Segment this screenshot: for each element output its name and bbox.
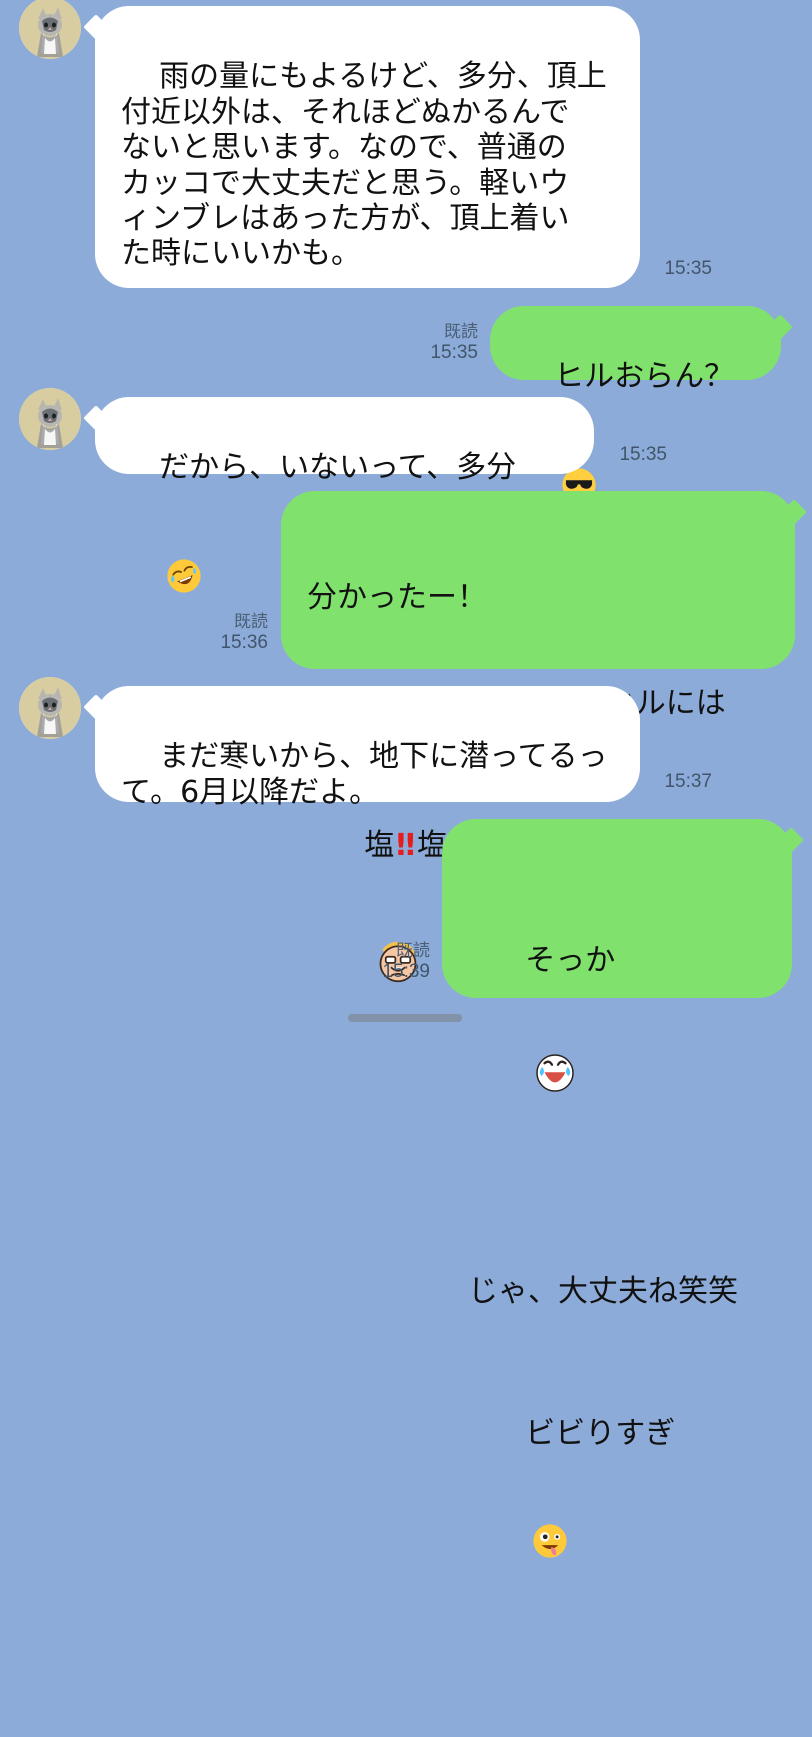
incoming-message-bubble[interactable]: だから、いないって、多分 [95,397,594,593]
message-text: だから、いないって、多分 [159,450,517,486]
incoming-message-bubble[interactable]: まだ寒いから、地下に潜ってるっ て。6月以降だよ。 [95,686,640,810]
outgoing-message-bubble[interactable]: 分かったー！ とりあえず色々調べてヒルには 塩‼塩もってく [281,491,795,982]
message-timestamp: 15:35 [664,258,712,279]
message-line: じゃ、大丈夫ね笑笑 [468,1274,738,1310]
message-text: 雨の量にもよるけど、多分、頂上 付近以外は、それほどぬかるんで ないと思います。… [121,59,607,272]
incoming-message-bubble[interactable]: 雨の量にもよるけど、多分、頂上 付近以外は、それほどぬかるんで ないと思います。… [95,6,640,288]
read-receipt: 既読 15:35 [430,322,478,363]
cat-avatar-icon[interactable] [19,0,81,59]
read-receipt: 既読 15:36 [220,612,268,653]
cat-avatar-icon[interactable] [19,388,81,450]
zany-face-emoji-icon [531,1451,607,1631]
laughing-crying-sticker-icon [531,979,607,1169]
message-timestamp: 15:35 [619,444,667,465]
cat-avatar-icon[interactable] [19,677,81,739]
message-line-with-sticker: そっか [468,908,766,1204]
chat-thread: 雨の量にもよるけど、多分、頂上 付近以外は、それほどぬかるんで ないと思います。… [0,0,812,1558]
double-exclamation-mark: ‼ [396,827,416,863]
read-receipt: 既読 15:39 [382,941,430,982]
outgoing-message-bubble[interactable]: ヒルおらん？ [490,306,781,502]
message-timestamp: 15:37 [664,771,712,792]
outgoing-message-bubble[interactable]: そっか じゃ、大丈夫ね笑笑 ビビりすぎ [442,819,792,1558]
home-indicator[interactable] [348,1014,462,1022]
message-line-with-emoji: ビビりすぎ [468,1380,766,1666]
message-line: 分かったー！ [307,579,487,615]
message-text: まだ寒いから、地下に潜ってるっ て。6月以降だよ。 [121,739,608,810]
message-text: ヒルおらん？ [554,359,735,395]
